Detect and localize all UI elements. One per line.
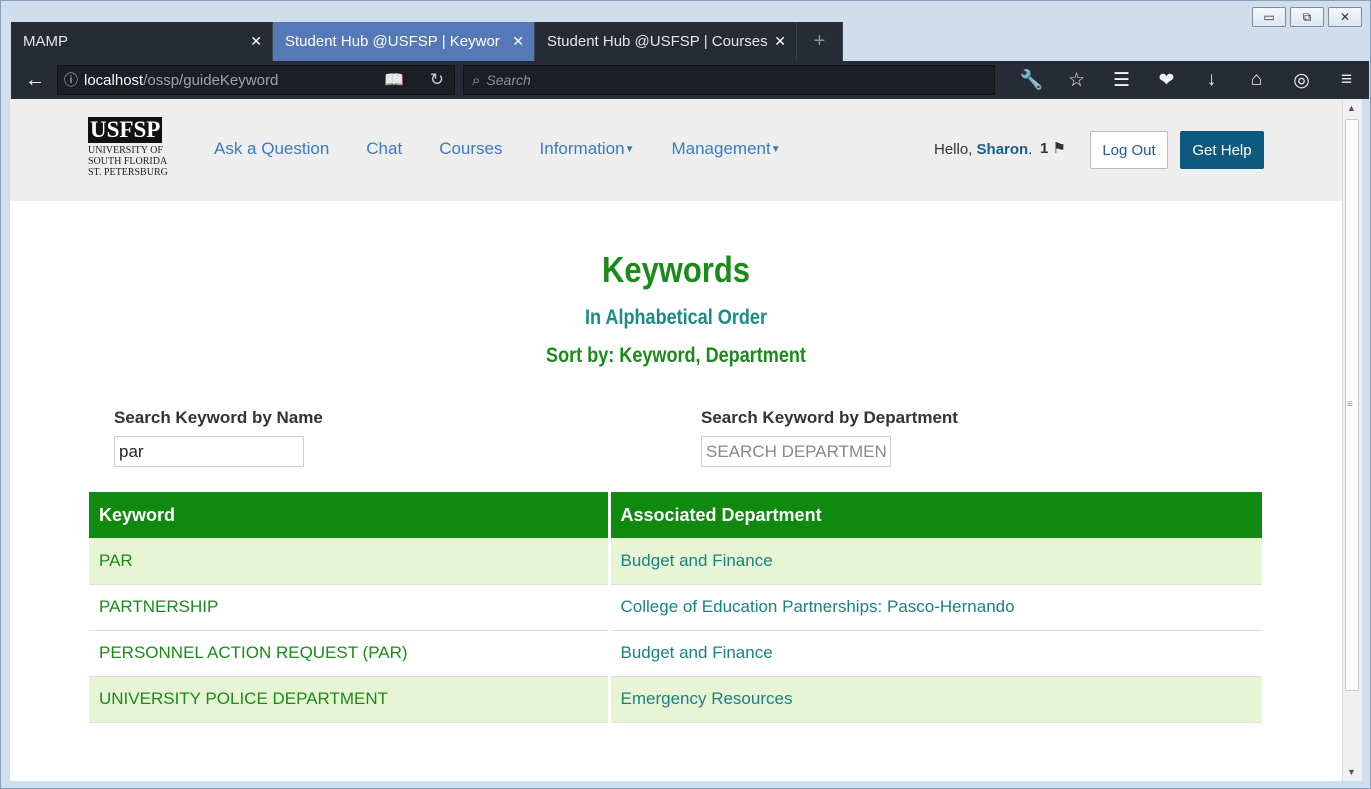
vertical-scrollbar[interactable]: ▲ ≡ ▼ xyxy=(1342,99,1362,781)
table-header-row: Keyword Associated Department xyxy=(89,492,1262,538)
logo-text-2: SOUTH FLORIDA xyxy=(88,156,168,167)
menu-chat[interactable]: Chat xyxy=(366,139,402,159)
menu-management[interactable]: Management▼ xyxy=(671,139,780,159)
tab-courses[interactable]: Student Hub @USFSP | Courses ✕ xyxy=(535,22,797,61)
page-viewport: USFSP UNIVERSITY OF SOUTH FLORIDA ST. PE… xyxy=(10,99,1342,781)
user-name: Sharon xyxy=(976,141,1029,158)
usfsp-logo[interactable]: USFSP UNIVERSITY OF SOUTH FLORIDA ST. PE… xyxy=(88,117,178,178)
search-department-input[interactable] xyxy=(701,436,891,467)
caret-down-icon: ▼ xyxy=(624,144,635,156)
logo-text-1: UNIVERSITY OF xyxy=(88,145,163,156)
search-input[interactable]: ⌕ Search xyxy=(463,65,995,95)
url-path: /ossp/guideKeyword xyxy=(143,71,279,89)
page-title: Keywords xyxy=(602,249,750,290)
table-row: PARTNERSHIP College of Education Partner… xyxy=(89,584,1262,631)
close-icon[interactable]: ✕ xyxy=(774,33,786,50)
notification-indicator[interactable]: 1 ⚑ xyxy=(1040,139,1066,157)
column-header-keyword[interactable]: Keyword xyxy=(89,492,611,538)
nav-bar: ← ⓘ localhost/ossp/guideKeyword 📖 ↻ ⌕ Se… xyxy=(11,61,1369,99)
logo-mark: USFSP xyxy=(88,117,163,143)
menu-courses[interactable]: Courses xyxy=(439,139,502,159)
tab-keyword[interactable]: Student Hub @USFSP | Keyword ✕ xyxy=(273,22,535,61)
reader-view-icon[interactable]: 📖 xyxy=(384,70,404,90)
wrench-icon[interactable]: 🔧 xyxy=(1009,61,1054,99)
keyword-cell[interactable]: PERSONNEL ACTION REQUEST (PAR) xyxy=(89,630,611,677)
main-menu: Ask a Question Chat Courses Information▼… xyxy=(214,139,818,159)
get-help-button[interactable]: Get Help xyxy=(1180,131,1264,169)
site-header: USFSP UNIVERSITY OF SOUTH FLORIDA ST. PE… xyxy=(10,99,1342,201)
info-icon[interactable]: ⓘ xyxy=(58,70,84,90)
search-name-input[interactable] xyxy=(114,436,304,467)
pocket-icon[interactable]: ❤ xyxy=(1144,61,1189,99)
column-header-department[interactable]: Associated Department xyxy=(609,492,1262,538)
tab-title: Student Hub @USFSP | Courses xyxy=(547,33,768,50)
tab-title: Student Hub @USFSP | Keyword xyxy=(285,33,500,50)
department-cell[interactable]: Emergency Resources xyxy=(609,676,1262,723)
close-window-button[interactable]: ✕ xyxy=(1328,7,1362,27)
search-icon: ⌕ xyxy=(472,71,481,89)
department-cell[interactable]: Budget and Finance xyxy=(609,630,1262,677)
reading-list-icon[interactable]: ☰ xyxy=(1099,61,1144,99)
department-cell[interactable]: Budget and Finance xyxy=(609,538,1262,585)
tab-strip: MAMP ✕ Student Hub @USFSP | Keyword ✕ St… xyxy=(11,22,843,61)
menu-information[interactable]: Information▼ xyxy=(540,139,635,159)
sort-label: Sort by: Keyword, Department xyxy=(546,344,806,367)
greeting: Hello, Sharon. xyxy=(934,141,1032,158)
menu-ask-a-question[interactable]: Ask a Question xyxy=(214,139,329,159)
scroll-down-arrow-icon[interactable]: ▼ xyxy=(1347,767,1356,777)
menu-management-label: Management xyxy=(671,139,771,158)
close-icon[interactable]: ✕ xyxy=(250,33,262,50)
tab-title: MAMP xyxy=(23,33,68,50)
search-department-label: Search Keyword by Department xyxy=(701,408,958,427)
restore-button[interactable]: ⧉ xyxy=(1290,7,1324,27)
logo-text-3: ST. PETERSBURG xyxy=(88,167,168,178)
notification-count: 1 xyxy=(1040,140,1049,157)
greeting-prefix: Hello, xyxy=(934,141,977,158)
keyword-cell[interactable]: PAR xyxy=(89,538,611,585)
log-out-button[interactable]: Log Out xyxy=(1090,131,1168,169)
table-row: PAR Budget and Finance xyxy=(89,538,1262,585)
home-icon[interactable]: ⌂ xyxy=(1234,61,1279,99)
browser-window: ▭ ⧉ ✕ MAMP ✕ Student Hub @USFSP | Keywor… xyxy=(0,0,1371,789)
window-controls: ▭ ⧉ ✕ xyxy=(1252,7,1362,27)
new-tab-button[interactable]: + xyxy=(797,22,843,61)
keyword-cell[interactable]: UNIVERSITY POLICE DEPARTMENT xyxy=(89,676,611,723)
search-name-label: Search Keyword by Name xyxy=(114,408,323,427)
caret-down-icon: ▼ xyxy=(770,144,781,156)
back-arrow-icon[interactable]: ← xyxy=(17,65,53,95)
table-row: PERSONNEL ACTION REQUEST (PAR) Budget an… xyxy=(89,630,1262,677)
privacy-icon[interactable]: ◎ xyxy=(1279,61,1324,99)
table-row: UNIVERSITY POLICE DEPARTMENT Emergency R… xyxy=(89,676,1262,723)
close-icon[interactable]: ✕ xyxy=(512,33,524,50)
keyword-cell[interactable]: PARTNERSHIP xyxy=(89,584,611,631)
bookmark-star-icon[interactable]: ☆ xyxy=(1054,61,1099,99)
minimize-button[interactable]: ▭ xyxy=(1252,7,1286,27)
keyword-table: Keyword Associated Department PAR Budget… xyxy=(89,492,1262,723)
search-placeholder: Search xyxy=(486,72,531,88)
reload-icon[interactable]: ↻ xyxy=(430,70,444,90)
hamburger-menu-icon[interactable]: ≡ xyxy=(1324,61,1369,99)
download-icon[interactable]: ↓ xyxy=(1189,61,1234,99)
grip-icon: ≡ xyxy=(1347,399,1353,410)
scroll-up-arrow-icon[interactable]: ▲ xyxy=(1347,103,1356,113)
greeting-suffix: . xyxy=(1028,141,1033,158)
department-cell[interactable]: College of Education Partnerships: Pasco… xyxy=(609,584,1262,631)
toolbar: 🔧 ☆ ☰ ❤ ↓ ⌂ ◎ ≡ xyxy=(1009,61,1369,99)
tab-mamp[interactable]: MAMP ✕ xyxy=(11,22,273,61)
flag-icon: ⚑ xyxy=(1052,140,1066,157)
url-bar[interactable]: ⓘ localhost/ossp/guideKeyword 📖 ↻ xyxy=(57,65,455,95)
url-host: localhost xyxy=(84,71,144,89)
page-subtitle: In Alphabetical Order xyxy=(585,306,767,329)
menu-information-label: Information xyxy=(539,139,625,158)
